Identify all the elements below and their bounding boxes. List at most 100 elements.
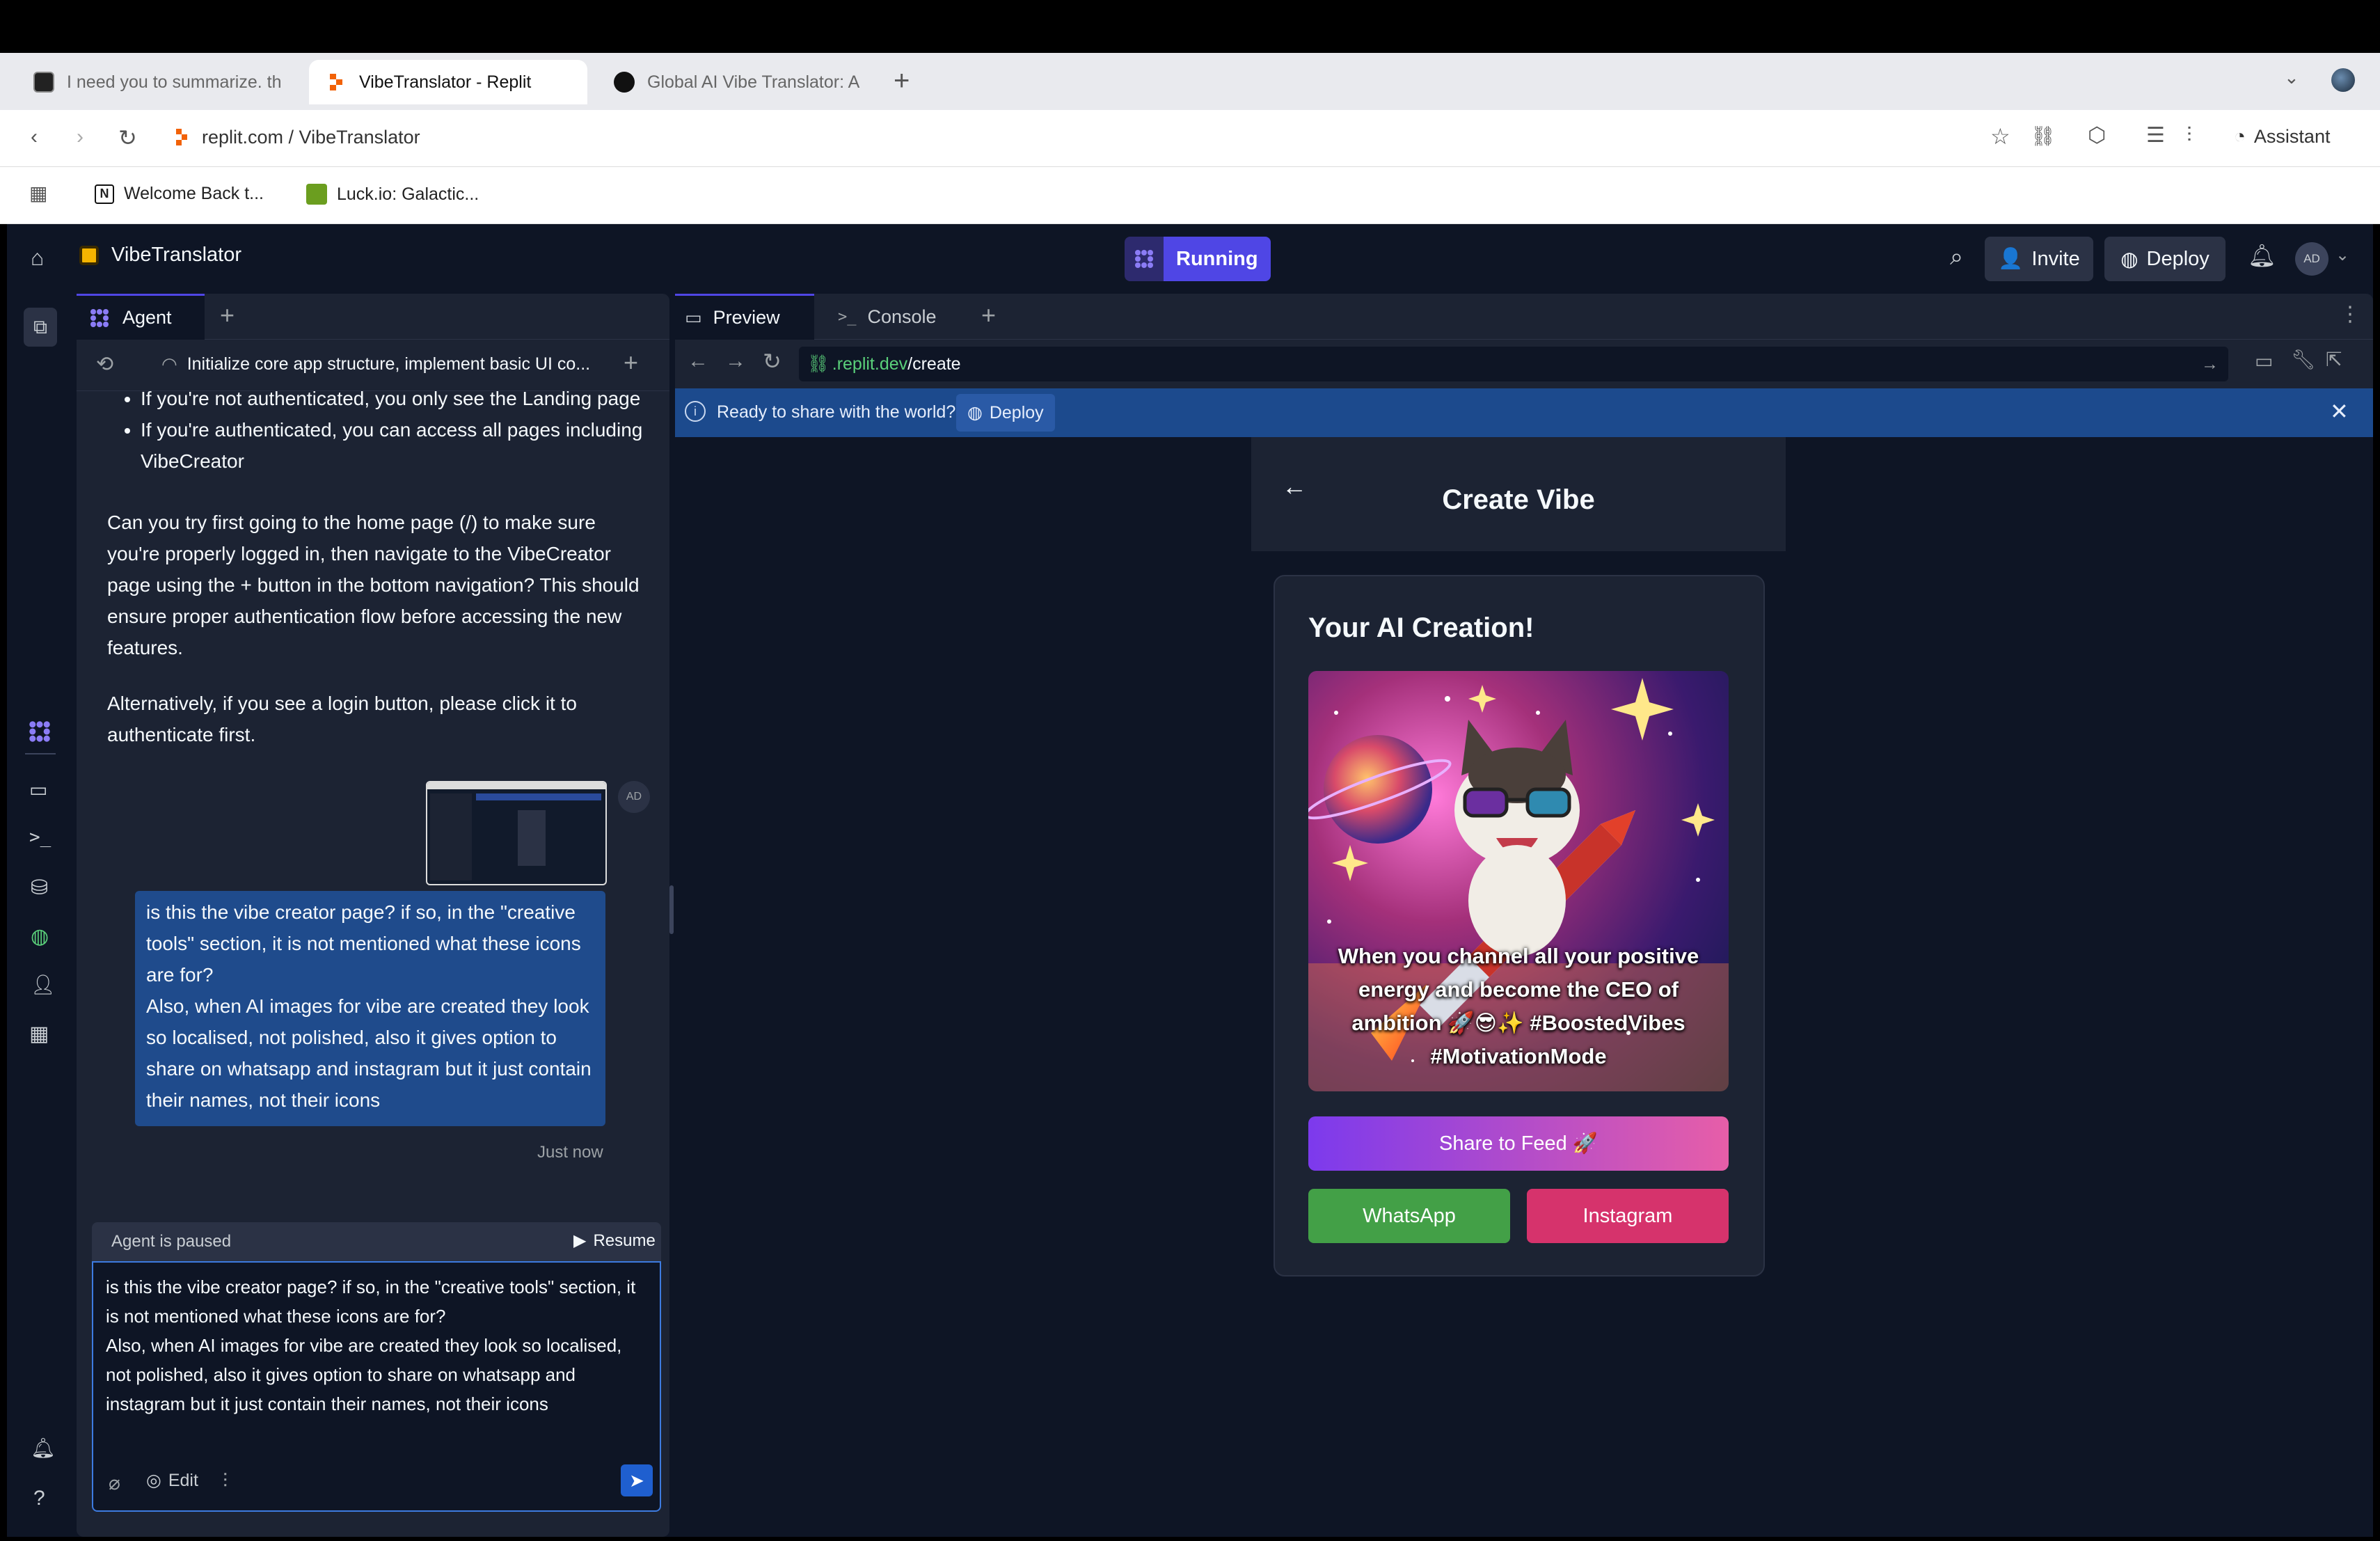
close-icon[interactable]: ✕ [2330,398,2349,425]
notifications-icon[interactable]: 🔔︎ [2248,242,2276,269]
thread-title-text: Initialize core app structure, implement… [187,354,591,374]
browser-tab-1[interactable]: I need you to summarize. th [17,60,299,104]
preview-pane: ▭ Preview >_ Console + ⋮ ← → ↻ ⛓ .replit… [675,294,2373,1537]
preview-tool-icon[interactable]: ▭ [29,778,47,801]
agent-tool-icon[interactable] [28,720,51,747]
settings-sliders-icon[interactable]: ⫶ [223,1470,228,1493]
thread-title[interactable]: ◠ Initialize core app structure, impleme… [161,354,593,375]
wrench-icon[interactable]: 🔧︎ [2291,348,2316,371]
extensions-icon[interactable]: ⬡ [2088,125,2106,146]
bookmark-label: Luck.io: Galactic... [337,184,479,204]
tab-console[interactable]: >_ Console [828,294,967,340]
agent-input[interactable]: is this the vibe creator page? if so, in… [106,1272,642,1418]
tab-agent[interactable]: Agent [77,294,205,340]
page-title: Create Vibe [1442,484,1595,515]
edit-button[interactable]: ◎ Edit [146,1470,198,1491]
replit-icon [174,128,191,151]
reload-icon[interactable]: ↻ [763,348,782,374]
attached-screenshot[interactable] [426,781,607,885]
reload-icon[interactable]: ↻ [118,127,137,149]
edit-label: Edit [168,1470,198,1490]
banner-deploy-button[interactable]: ◍ Deploy [956,394,1055,432]
pane-resize-handle[interactable] [669,885,674,934]
back-icon[interactable]: ‹ [31,127,38,148]
help-icon[interactable]: ? [33,1487,45,1510]
user-message-bubble: is this the vibe creator page? if so, in… [135,891,605,1126]
luck-icon [306,184,327,205]
replit-icon [326,72,347,93]
forward-icon[interactable]: › [77,127,84,148]
user-avatar[interactable]: AD [2295,242,2329,276]
tool-rail: ⧉ ▭ >_ ⛁ ◍ 👤︎ ▦ 🔔︎ ? [7,294,74,1537]
go-icon[interactable]: → [2201,354,2219,374]
reader-icon[interactable]: ☰ [2146,125,2165,146]
console-tool-icon[interactable]: >_ [29,827,51,848]
back-icon[interactable]: ← [688,349,708,373]
bookmarks-bar: ▦ N Welcome Back t... Luck.io: Galactic.… [0,167,2380,224]
url-host: .replit.dev [832,354,908,374]
url-path: VibeTranslator [299,127,420,148]
new-tab-icon[interactable]: + [220,301,235,330]
devices-icon[interactable]: ▭ [2255,349,2273,372]
all-tools-icon[interactable]: ▦ [29,1022,49,1046]
more-options-icon[interactable]: ⋮ [2340,302,2361,326]
star-icon[interactable]: ☆ [1990,125,2010,148]
link-icon[interactable]: ⛓ [2031,127,2056,146]
forward-icon[interactable]: → [725,349,746,373]
create-vibe-header: ← Create Vibe [1251,437,1786,551]
agent-paused-label: Agent is paused [111,1232,232,1251]
tab-agent-label: Agent [122,307,172,328]
browser-tab-3[interactable]: Global AI Vibe Translator: A [597,60,875,104]
project-name: VibeTranslator [111,244,241,266]
resume-button[interactable]: ▶ Resume [573,1231,656,1251]
app-preview-viewport: ← Create Vibe Your AI Creation! When you… [675,437,2373,1537]
invite-button[interactable]: 👤 Invite [1985,237,2093,281]
new-tab-icon[interactable]: + [894,67,910,95]
database-icon[interactable]: ⛁ [31,876,48,900]
preview-tab-bar: ▭ Preview >_ Console + ⋮ [675,294,2373,340]
share-to-feed-button[interactable]: Share to Feed 🚀 [1308,1116,1729,1171]
profile-avatar[interactable] [2331,68,2355,92]
audio-icon[interactable]: ⫶ [2187,125,2192,146]
tab-preview-label: Preview [713,307,780,328]
deployments-icon[interactable]: ◍ [31,924,49,949]
run-status-button[interactable]: Running [1125,237,1271,281]
users-icon[interactable]: 👤︎ [31,973,56,996]
whatsapp-button[interactable]: WhatsApp [1308,1189,1510,1243]
notion-icon: N [95,184,114,204]
workspace-header: ⌂ VibeTranslator Running ⌕ 👤 Invite ◍ Depl… [7,224,2373,294]
assistant-icon: ◔ [2234,125,2246,147]
deploy-button[interactable]: ◍ Deploy [2104,237,2226,281]
preview-url-input[interactable]: ⛓ .replit.dev/create → [799,347,2228,381]
url-domain: replit.com [202,127,284,148]
bookmark-item[interactable]: Luck.io: Galactic... [306,184,479,205]
image-caption: When you channel all your positive energ… [1338,944,1699,1068]
history-icon[interactable]: ⟲ [96,352,113,377]
browser-tab-2[interactable]: VibeTranslator - Replit [309,60,587,104]
new-thread-icon[interactable]: + [624,348,638,377]
bookmark-label: Welcome Back t... [124,184,264,203]
project-title[interactable]: VibeTranslator [79,244,241,267]
file-tree-icon[interactable]: ⧉ [24,308,57,347]
apps-grid-icon[interactable]: ▦ [29,184,47,203]
home-icon[interactable]: ⌂ [31,245,44,271]
chevron-down-icon[interactable]: ⌄ [2284,68,2299,86]
attach-icon[interactable]: ⌀ [109,1471,120,1494]
assistant-button[interactable]: ◔ Assistant [2234,125,2330,148]
info-icon: i [685,401,706,422]
tab-preview[interactable]: ▭ Preview [675,294,814,340]
new-tab-icon[interactable]: + [981,301,996,330]
send-button[interactable]: ➤ [621,1464,653,1496]
invite-label: Invite [2031,247,2080,270]
project-icon [79,245,99,265]
url-text[interactable]: replit.com / VibeTranslator [202,127,420,148]
chevron-down-icon[interactable]: ⌄ [2335,245,2349,265]
deploy-icon: ◍ [967,403,983,422]
alerts-icon[interactable]: 🔔︎ [31,1437,56,1460]
instagram-button[interactable]: Instagram [1527,1189,1729,1243]
bookmark-item[interactable]: N Welcome Back t... [95,184,264,204]
agent-paragraph: Alternatively, if you see a login button… [107,693,577,745]
search-icon[interactable]: ⌕ [1950,244,1963,271]
open-external-icon[interactable]: ⇱ [2326,348,2342,371]
console-icon: >_ [838,308,857,326]
